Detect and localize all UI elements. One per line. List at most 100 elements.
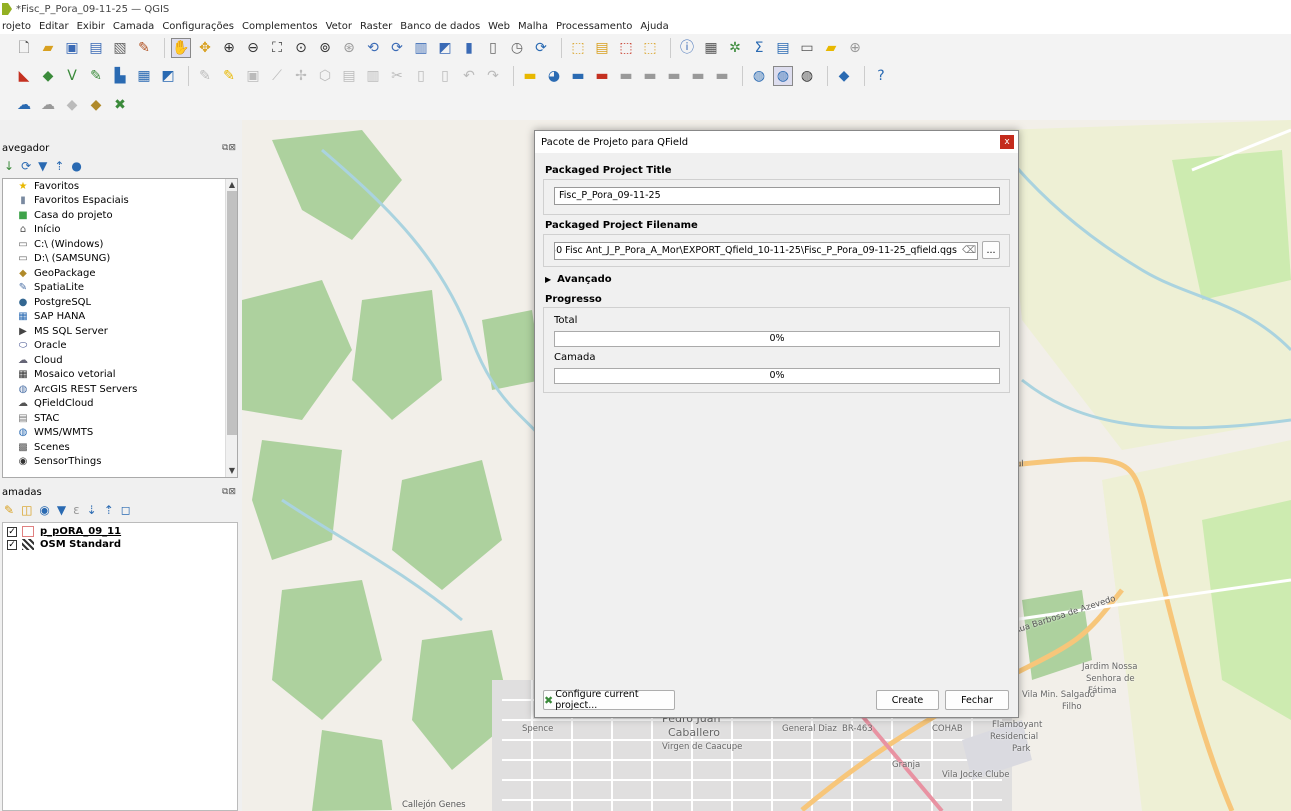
- label-properties-icon[interactable]: ▬: [712, 66, 732, 86]
- geopackage-export-icon[interactable]: ◆: [86, 95, 106, 115]
- modify-attributes-icon[interactable]: ▤: [339, 66, 359, 86]
- save-as-icon[interactable]: ▤: [86, 38, 106, 58]
- browser-item[interactable]: ◍ WMS/WMTS: [3, 426, 237, 441]
- remove-layer-icon[interactable]: ◻: [121, 503, 131, 517]
- browser-item[interactable]: ■ Casa do projeto: [3, 208, 237, 223]
- new-geopackage-icon[interactable]: ✎: [86, 66, 106, 86]
- move-label-icon[interactable]: ▬: [640, 66, 660, 86]
- new-3d-view-icon[interactable]: ◩: [435, 38, 455, 58]
- packaged-filename-input[interactable]: 476702025-50 Fisc Ant_J_P_Pora_A_Mor\EXP…: [554, 242, 978, 260]
- layer-item[interactable]: ✓ p_pORA_09_11: [3, 525, 237, 538]
- layer-visibility-checkbox[interactable]: ✓: [7, 539, 17, 550]
- browser-item[interactable]: ▦ SAP HANA: [3, 310, 237, 325]
- browser-item[interactable]: ⌂ Início: [3, 223, 237, 238]
- menu-camada[interactable]: Camada: [113, 21, 154, 32]
- zoom-native-icon[interactable]: ⊛: [339, 38, 359, 58]
- pin-unpin-icon[interactable]: ▬: [592, 66, 612, 86]
- packaged-title-input[interactable]: Fisc_P_Pora_09-11-25: [554, 187, 1000, 205]
- copy-features-icon[interactable]: ▯: [411, 66, 431, 86]
- current-edits-icon[interactable]: ✎: [195, 66, 215, 86]
- menu-exibir[interactable]: Exibir: [77, 21, 105, 32]
- menu-processamento[interactable]: Processamento: [556, 21, 632, 32]
- print-layout-icon[interactable]: ▧: [110, 38, 130, 58]
- menu-editar[interactable]: Editar: [39, 21, 69, 32]
- layer-tree-icon[interactable]: ▤: [773, 38, 793, 58]
- filter-expression-icon[interactable]: ε: [73, 503, 80, 517]
- vertex-tool-icon[interactable]: ✢: [291, 66, 311, 86]
- measure-icon[interactable]: ▭: [797, 38, 817, 58]
- browser-item[interactable]: ◆ GeoPackage: [3, 266, 237, 281]
- processing-toolbox-icon[interactable]: ✲: [725, 38, 745, 58]
- menu-banco-de-dados[interactable]: Banco de dados: [400, 21, 480, 32]
- paste-features-icon[interactable]: ▯: [435, 66, 455, 86]
- scrollbar-thumb[interactable]: [227, 191, 237, 435]
- layer-diagram-icon[interactable]: ◕: [544, 66, 564, 86]
- toggle-editing-icon[interactable]: ✎: [219, 66, 239, 86]
- browser-item[interactable]: ☁ QFieldCloud: [3, 397, 237, 412]
- menu-projeto[interactable]: rojeto: [2, 21, 31, 32]
- data-source-manager-icon[interactable]: ◣: [14, 66, 34, 86]
- browser-item[interactable]: ☁ Cloud: [3, 353, 237, 368]
- manage-visibility-icon[interactable]: ◉: [39, 503, 49, 517]
- layer-labeling-icon[interactable]: ▬: [520, 66, 540, 86]
- browser-item[interactable]: ▤ STAC: [3, 411, 237, 426]
- menu-complementos[interactable]: Complementos: [242, 21, 318, 32]
- browser-item[interactable]: ◍ ArcGIS REST Servers: [3, 382, 237, 397]
- select-location-icon[interactable]: ⬚: [640, 38, 660, 58]
- browser-item[interactable]: ✎ SpatiaLite: [3, 281, 237, 296]
- browser-item[interactable]: ▭ C:\ (Windows): [3, 237, 237, 252]
- expand-all-icon[interactable]: ⇣: [87, 503, 97, 517]
- layer-item[interactable]: ✓ OSM Standard: [3, 538, 237, 551]
- collapse-all-icon[interactable]: ⇡: [104, 503, 114, 517]
- zoom-selection-icon[interactable]: ⊙: [291, 38, 311, 58]
- show-hide-labels-icon[interactable]: ▬: [616, 66, 636, 86]
- zoom-last-icon[interactable]: ⟲: [363, 38, 383, 58]
- menu-malha[interactable]: Malha: [518, 21, 548, 32]
- open-project-icon[interactable]: ▰: [38, 38, 58, 58]
- tools-icon[interactable]: ✖: [110, 95, 130, 115]
- rotate-label-icon[interactable]: ▬: [664, 66, 684, 86]
- zoom-in-icon[interactable]: ⊕: [219, 38, 239, 58]
- scroll-up-icon[interactable]: ▲: [226, 179, 237, 191]
- save-edits-icon[interactable]: ▣: [243, 66, 263, 86]
- menu-web[interactable]: Web: [488, 21, 510, 32]
- new-map-view-icon[interactable]: ▥: [411, 38, 431, 58]
- show-bookmarks-icon[interactable]: ▯: [483, 38, 503, 58]
- redo-icon[interactable]: ↷: [483, 66, 503, 86]
- dialog-close-icon[interactable]: x: [1000, 135, 1014, 149]
- layer-styling-icon[interactable]: ✎: [4, 503, 14, 517]
- browser-item[interactable]: ▦ Mosaico vetorial: [3, 368, 237, 383]
- menu-vetor[interactable]: Vetor: [326, 21, 352, 32]
- pan-icon[interactable]: ✋: [171, 38, 191, 58]
- deselect-icon[interactable]: ⬚: [616, 38, 636, 58]
- new-project-icon[interactable]: 🗋: [14, 38, 34, 58]
- browser-item[interactable]: ⬭ Oracle: [3, 339, 237, 354]
- panel-float-close-icon[interactable]: ⧉⊠: [222, 487, 236, 497]
- delete-selected-icon[interactable]: ▥: [363, 66, 383, 86]
- select-features-icon[interactable]: ⬚: [568, 38, 588, 58]
- browser-tree[interactable]: ★ Favoritos ▮ Favoritos Espaciais ■ Casa do p…: [2, 178, 238, 478]
- qfield-settings-icon[interactable]: ◍: [797, 66, 817, 86]
- pan-to-selection-icon[interactable]: ✥: [195, 38, 215, 58]
- refresh-icon[interactable]: ⟳: [531, 38, 551, 58]
- browser-item[interactable]: ★ Favoritos: [3, 179, 237, 194]
- close-button[interactable]: Fechar: [945, 690, 1009, 710]
- layers-tree[interactable]: ✓ p_pORA_09_11 ✓ OSM Standard: [2, 522, 238, 811]
- qfieldcloud-icon[interactable]: ☁: [14, 95, 34, 115]
- browser-item[interactable]: ● PostgreSQL: [3, 295, 237, 310]
- zoom-layer-icon[interactable]: ⊚: [315, 38, 335, 58]
- layer-visibility-checkbox[interactable]: ✓: [7, 526, 17, 537]
- new-layer-icon[interactable]: ◆: [38, 66, 58, 86]
- browser-scrollbar[interactable]: ▲ ▼: [225, 179, 237, 477]
- menu-ajuda[interactable]: Ajuda: [640, 21, 668, 32]
- temporal-controller-icon[interactable]: ◷: [507, 38, 527, 58]
- browser-item[interactable]: ▮ Favoritos Espaciais: [3, 194, 237, 209]
- change-label-icon[interactable]: ▬: [688, 66, 708, 86]
- save-project-icon[interactable]: ▣: [62, 38, 82, 58]
- qfield-package-icon[interactable]: ◍: [773, 66, 793, 86]
- browser-item[interactable]: ▭ D:\ (SAMSUNG): [3, 252, 237, 267]
- panel-float-close-icon[interactable]: ⧉⊠: [222, 143, 236, 153]
- map-tips-icon[interactable]: ▰: [821, 38, 841, 58]
- browser-item[interactable]: ▶ MS SQL Server: [3, 324, 237, 339]
- style-manager-icon[interactable]: ✎: [134, 38, 154, 58]
